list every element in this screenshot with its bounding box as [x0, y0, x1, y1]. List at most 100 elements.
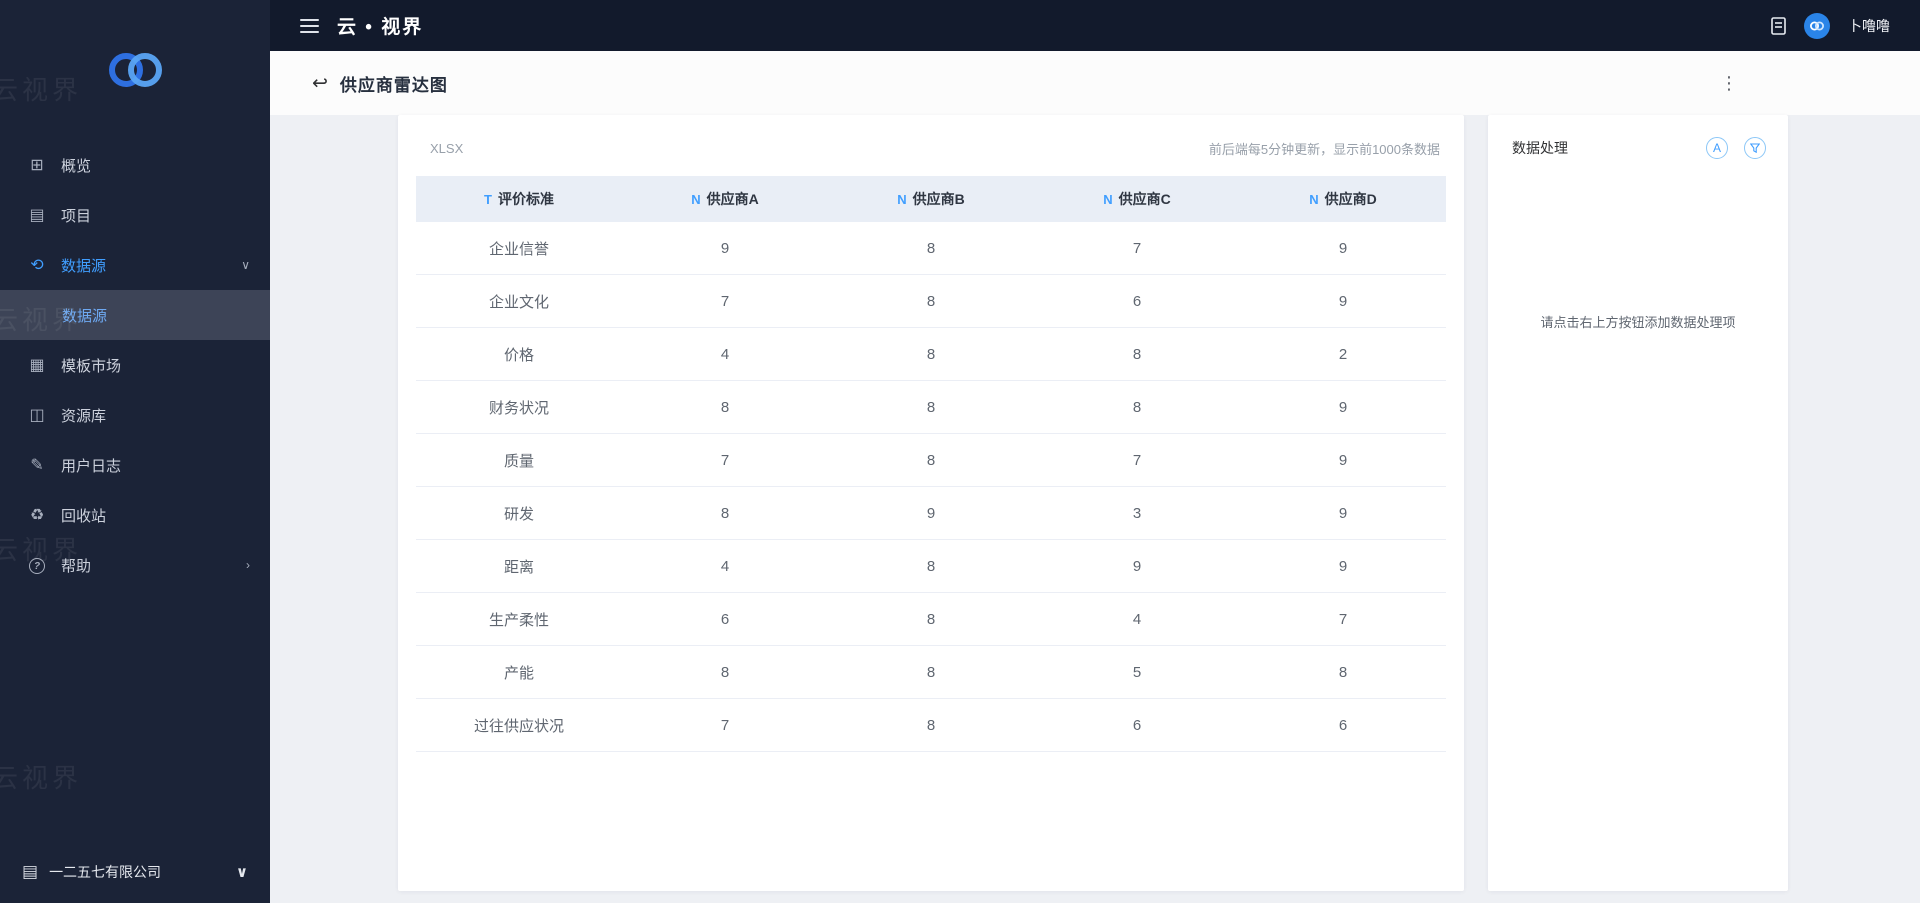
- sidebar-item-help[interactable]: ? 帮助 ›: [0, 540, 270, 590]
- table-cell: 过往供应状况: [473, 717, 564, 735]
- column-header: N 供应商C: [1034, 176, 1240, 222]
- datasource-icon: ⟲: [30, 257, 44, 274]
- template-market-icon: ▦: [29, 357, 45, 374]
- table-cell: 3: [1132, 504, 1142, 522]
- number-type-icon: N: [1309, 191, 1319, 207]
- table-header-row: T 评价标准 N 供应商A N 供应商B N 供应商C N 供应商D: [416, 176, 1446, 222]
- content-area: ↩ 供应商雷达图 ⋮ XLSX 前后端每5分钟更新，显示前1000条数据 T 评价…: [270, 51, 1920, 903]
- sidebar-item-label: 回收站: [61, 507, 107, 525]
- sidebar-item-label: 项目: [61, 207, 92, 225]
- number-type-icon: N: [897, 191, 907, 207]
- update-note: 前后端每5分钟更新，显示前1000条数据: [1208, 142, 1440, 157]
- sidebar-item-datasource[interactable]: ⟲ 数据源 ∨: [0, 240, 270, 290]
- aggregate-button[interactable]: A: [1706, 137, 1728, 159]
- table-row: 价格 4 8 8 2: [416, 328, 1446, 381]
- topbar: 云 • 视界 卜噜噜: [270, 0, 1920, 51]
- sidebar-item-projects[interactable]: ▤ 项目: [0, 190, 270, 240]
- projects-icon: ▤: [29, 207, 45, 224]
- sidebar-nav: ⊞ 概览 ▤ 项目 ⟲ 数据源 ∨ 数据源 ▦ 模板市场 ◫ 资源库 ✎ 用户日…: [0, 140, 270, 590]
- sidebar-subitem-datasource[interactable]: 数据源: [0, 290, 270, 340]
- app-root: 云视界 云视界 云视界 云视界 ⊞ 概览 ▤ 项目 ⟲ 数据源 ∨: [0, 0, 1920, 903]
- empty-hint: 请点击右上方按钮添加数据处理项: [1540, 315, 1736, 330]
- table-cell: 研发: [503, 505, 534, 523]
- table-cell: 6: [1132, 716, 1142, 734]
- table-cell: 6: [1338, 716, 1348, 734]
- sidebar-item-user-log[interactable]: ✎ 用户日志: [0, 440, 270, 490]
- table-cell: 7: [720, 292, 730, 310]
- table-cell: 4: [1132, 610, 1142, 628]
- company-selector[interactable]: ▤ 一二五七有限公司 ∨: [0, 849, 270, 895]
- sidebar-item-overview[interactable]: ⊞ 概览: [0, 140, 270, 190]
- data-processing-panel: 数据处理 A 请点击右上方按钮添加数据处理项: [1488, 115, 1788, 891]
- table-row: 企业文化 7 8 6 9: [416, 275, 1446, 328]
- table-row: 财务状况 8 8 8 9: [416, 381, 1446, 434]
- filter-icon: [1750, 143, 1760, 153]
- datasheet-card: XLSX 前后端每5分钟更新，显示前1000条数据 T 评价标准 N 供应商A N 供应商…: [398, 115, 1464, 891]
- table-cell: 8: [926, 663, 936, 681]
- datasheet-card-head: XLSX 前后端每5分钟更新，显示前1000条数据: [398, 115, 1464, 176]
- column-label: 供应商A: [706, 191, 759, 207]
- back-icon[interactable]: ↩: [312, 72, 328, 95]
- username[interactable]: 卜噜噜: [1848, 16, 1890, 36]
- chevron-down-icon: ∨: [241, 258, 250, 272]
- sidebar-item-label: 用户日志: [61, 457, 122, 475]
- table-cell: 8: [926, 557, 936, 575]
- document-icon[interactable]: [1771, 16, 1786, 35]
- app-logo: [0, 0, 270, 140]
- column-label: 供应商B: [912, 191, 965, 207]
- data-processing-title: 数据处理: [1512, 140, 1568, 156]
- sidebar-item-template-market[interactable]: ▦ 模板市场: [0, 340, 270, 390]
- topbar-right: 卜噜噜: [1771, 12, 1890, 39]
- table-cell: 8: [1132, 398, 1142, 416]
- table-row: 过往供应状况 7 8 6 6: [416, 699, 1446, 752]
- avatar[interactable]: [1804, 12, 1830, 39]
- table-cell: 7: [720, 716, 730, 734]
- sidebar-item-label: 概览: [61, 157, 92, 175]
- company-icon: ▤: [22, 862, 39, 881]
- table-cell: 2: [1338, 345, 1348, 363]
- source-type-label: XLSX: [430, 141, 464, 156]
- table-cell: 8: [1338, 663, 1348, 681]
- table-cell: 6: [720, 610, 730, 628]
- kebab-menu-icon[interactable]: ⋮: [1720, 74, 1738, 92]
- sidebar-item-resource-library[interactable]: ◫ 资源库: [0, 390, 270, 440]
- data-table: T 评价标准 N 供应商A N 供应商B N 供应商C N 供应商D 企业信誉 9 8 7 9 企业文化 7 8…: [416, 176, 1446, 752]
- recycle-bin-icon: ♻: [29, 507, 45, 524]
- logo-icon: [109, 53, 162, 87]
- menu-toggle-icon[interactable]: [300, 18, 319, 33]
- table-cell: 8: [720, 504, 730, 522]
- table-cell: 9: [1132, 557, 1142, 575]
- number-type-icon: N: [691, 191, 701, 207]
- overview-icon: ⊞: [30, 157, 44, 174]
- text-type-icon: T: [484, 191, 492, 207]
- sidebar-subitem-label: 数据源: [62, 307, 108, 325]
- table-cell: 8: [926, 716, 936, 734]
- table-row: 质量 7 8 7 9: [416, 434, 1446, 487]
- chevron-down-icon: ∨: [235, 864, 248, 881]
- sidebar-item-recycle-bin[interactable]: ♻ 回收站: [0, 490, 270, 540]
- table-body: 企业信誉 9 8 7 9 企业文化 7 8 6 9 价格 4 8 8 2 财务状况 8 8 8 9 质量 7 8 7 9 研发 8 9…: [416, 222, 1446, 752]
- data-processing-head: 数据处理 A: [1488, 115, 1788, 175]
- column-header: N 供应商A: [622, 176, 828, 222]
- table-cell: 4: [720, 345, 730, 363]
- column-header: N 供应商D: [1240, 176, 1446, 222]
- table-cell: 9: [1338, 504, 1348, 522]
- table-row: 生产柔性 6 8 4 7: [416, 593, 1446, 646]
- table-cell: 9: [1338, 239, 1348, 257]
- table-cell: 8: [720, 663, 730, 681]
- table-row: 产能 8 8 5 8: [416, 646, 1446, 699]
- table-cell: 9: [1338, 451, 1348, 469]
- table-cell: 8: [720, 398, 730, 416]
- table-cell: 8: [926, 451, 936, 469]
- table-cell: 9: [1338, 557, 1348, 575]
- aggregate-icon: A: [1712, 141, 1721, 155]
- table-cell: 9: [1338, 398, 1348, 416]
- filter-button[interactable]: [1744, 137, 1766, 159]
- page-header: ↩ 供应商雷达图 ⋮: [270, 51, 1920, 115]
- watermark: 云视界: [0, 763, 83, 793]
- sidebar-item-label: 数据源: [61, 257, 107, 275]
- help-icon: ?: [26, 556, 48, 575]
- cards-row: XLSX 前后端每5分钟更新，显示前1000条数据 T 评价标准 N 供应商A N 供应商…: [270, 115, 1920, 903]
- table-cell: 质量: [503, 452, 534, 470]
- table-cell: 6: [1132, 292, 1142, 310]
